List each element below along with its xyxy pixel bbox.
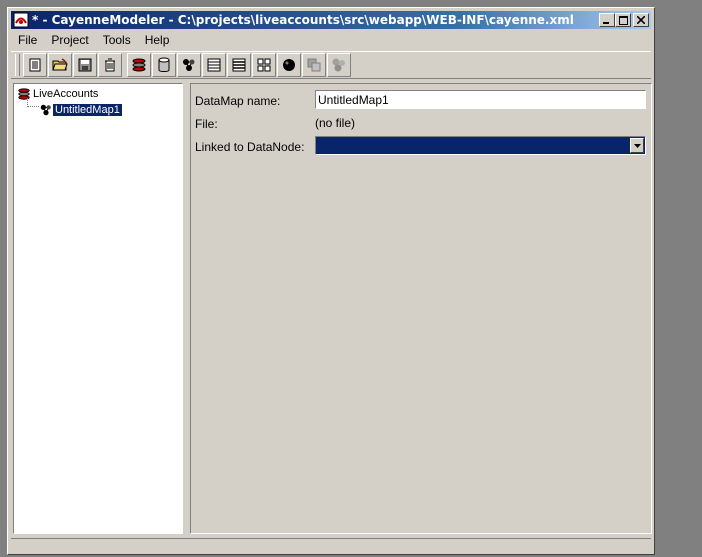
chevron-down-icon bbox=[633, 143, 641, 148]
toolbar bbox=[11, 51, 651, 79]
create-procedure-button[interactable] bbox=[252, 53, 276, 77]
menu-help[interactable]: Help bbox=[138, 33, 177, 47]
obj-relationship-icon bbox=[307, 58, 321, 72]
minimize-icon bbox=[603, 22, 609, 24]
create-datamap-button[interactable] bbox=[177, 53, 201, 77]
open-project-button[interactable] bbox=[48, 53, 72, 77]
datamap-icon bbox=[40, 104, 51, 116]
tree-node-domain[interactable]: LiveAccounts bbox=[17, 86, 100, 102]
create-domain-button[interactable] bbox=[127, 53, 151, 77]
toolbar-grip[interactable] bbox=[15, 54, 20, 76]
create-procedure-icon bbox=[257, 58, 271, 72]
maximize-icon bbox=[618, 15, 628, 25]
window-title: * - CayenneModeler - C:\projects\liveacc… bbox=[32, 13, 574, 27]
new-project-icon bbox=[29, 58, 41, 72]
tree-node-datamap[interactable]: UntitledMap1 bbox=[39, 102, 122, 118]
datamap-name-label: DataMap name: bbox=[195, 94, 281, 108]
remove-button[interactable] bbox=[98, 53, 122, 77]
create-domain-icon bbox=[132, 58, 146, 72]
linked-datanode-label: Linked to DataNode: bbox=[195, 140, 305, 154]
obj-relationship-button[interactable] bbox=[302, 53, 326, 77]
file-value: (no file) bbox=[315, 116, 356, 130]
close-icon bbox=[637, 16, 645, 24]
maximize-button[interactable] bbox=[615, 13, 631, 27]
create-datanode-icon bbox=[158, 57, 170, 72]
tree-node-label: LiveAccounts bbox=[33, 88, 99, 100]
create-db-entity-icon bbox=[232, 58, 246, 72]
project-tree[interactable]: LiveAccounts UntitledMap1 bbox=[13, 83, 183, 534]
db-relationship-icon bbox=[332, 58, 345, 72]
split-pane-divider[interactable] bbox=[185, 81, 189, 536]
close-button[interactable] bbox=[633, 13, 649, 27]
menu-file[interactable]: File bbox=[11, 33, 44, 47]
new-project-button[interactable] bbox=[23, 53, 47, 77]
status-bar bbox=[11, 538, 651, 553]
title-bar[interactable]: * - CayenneModeler - C:\projects\liveacc… bbox=[11, 11, 651, 29]
save-project-button[interactable] bbox=[73, 53, 97, 77]
combo-dropdown-button[interactable] bbox=[630, 138, 644, 153]
menu-bar: File Project Tools Help bbox=[11, 31, 651, 49]
create-obj-entity-icon bbox=[207, 58, 221, 72]
create-datanode-button[interactable] bbox=[152, 53, 176, 77]
create-query-icon bbox=[283, 59, 295, 71]
linked-datanode-combo[interactable] bbox=[315, 136, 646, 155]
create-datamap-icon bbox=[183, 59, 195, 71]
create-query-button[interactable] bbox=[277, 53, 301, 77]
cayenne-app-icon bbox=[13, 12, 29, 28]
datamap-name-field[interactable] bbox=[315, 90, 646, 109]
create-db-entity-button[interactable] bbox=[227, 53, 251, 77]
linked-datanode-value bbox=[316, 137, 319, 151]
minimize-button[interactable] bbox=[599, 13, 615, 27]
remove-icon bbox=[105, 58, 115, 72]
menu-project[interactable]: Project bbox=[44, 33, 95, 47]
tree-connector bbox=[27, 106, 39, 107]
create-obj-entity-button[interactable] bbox=[202, 53, 226, 77]
tree-node-label: UntitledMap1 bbox=[53, 104, 122, 116]
save-project-icon bbox=[78, 58, 92, 72]
open-project-icon bbox=[52, 58, 68, 71]
db-relationship-button[interactable] bbox=[327, 53, 351, 77]
datamap-detail-panel: DataMap name: File: (no file) Linked to … bbox=[190, 83, 652, 534]
file-label: File: bbox=[195, 117, 218, 131]
main-window: * - CayenneModeler - C:\projects\liveacc… bbox=[7, 7, 655, 555]
domain-icon bbox=[18, 88, 30, 100]
menu-tools[interactable]: Tools bbox=[96, 33, 138, 47]
